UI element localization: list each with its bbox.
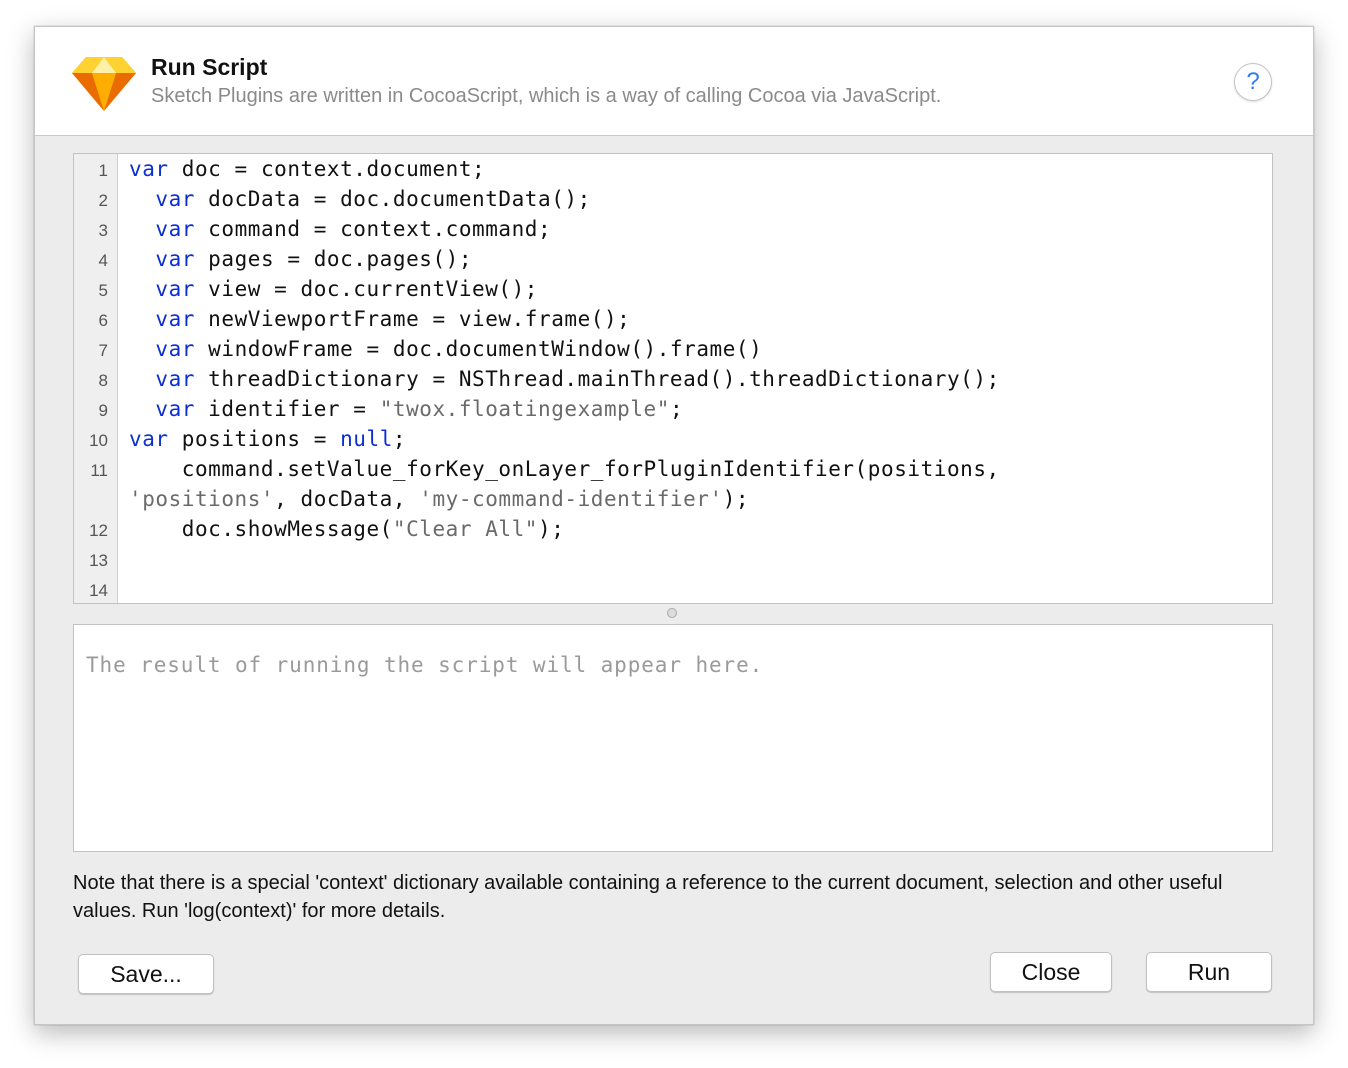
code-text: positions = bbox=[168, 427, 341, 451]
code-text: newViewportFrame = view.frame(); bbox=[194, 307, 631, 331]
code-keyword: var bbox=[155, 217, 195, 241]
line-number: 3 bbox=[98, 221, 108, 240]
output-placeholder: The result of running the script will ap… bbox=[86, 653, 764, 677]
code-line: doc.showMessage("Clear All"); bbox=[129, 514, 564, 544]
code-keyword: var bbox=[155, 367, 195, 391]
code-line: var windowFrame = doc.documentWindow().f… bbox=[129, 334, 762, 364]
script-output-panel[interactable]: The result of running the script will ap… bbox=[73, 624, 1273, 852]
code-text: command.setValue_forKey_onLayer_forPlugi… bbox=[129, 457, 1000, 481]
code-text: windowFrame = doc.documentWindow().frame… bbox=[194, 337, 763, 361]
code-line: var threadDictionary = NSThread.mainThre… bbox=[129, 364, 1000, 394]
code-text: pages = doc.pages(); bbox=[194, 247, 473, 271]
line-number: 7 bbox=[98, 341, 108, 360]
code-text: threadDictionary = NSThread.mainThread()… bbox=[194, 367, 1000, 391]
code-keyword: var bbox=[155, 277, 195, 301]
code-text: ); bbox=[722, 487, 750, 511]
question-mark-icon: ? bbox=[1246, 68, 1260, 95]
run-button[interactable]: Run bbox=[1146, 952, 1272, 992]
code-text: ); bbox=[538, 517, 565, 541]
sketch-logo-icon bbox=[72, 57, 136, 111]
line-number: 12 bbox=[89, 521, 108, 540]
close-button[interactable]: Close bbox=[990, 952, 1112, 992]
code-text: identifier = bbox=[194, 397, 380, 421]
line-number: 11 bbox=[90, 461, 108, 480]
line-number-gutter: 1 2 3 4 5 6 7 8 9 10 11 12 13 14 bbox=[74, 154, 118, 603]
code-text: view = doc.currentView(); bbox=[194, 277, 539, 301]
code-line: var view = doc.currentView(); bbox=[129, 274, 538, 304]
line-number: 4 bbox=[98, 251, 108, 270]
code-line: var positions = null; bbox=[129, 424, 406, 454]
help-button[interactable]: ? bbox=[1234, 63, 1272, 101]
save-button[interactable]: Save... bbox=[78, 954, 214, 994]
code-line: 'positions', docData, 'my-command-identi… bbox=[129, 484, 749, 514]
code-line: var newViewportFrame = view.frame(); bbox=[129, 304, 630, 334]
line-number: 5 bbox=[98, 281, 108, 300]
code-text: docData = doc.documentData(); bbox=[194, 187, 591, 211]
code-keyword: var bbox=[155, 187, 195, 211]
dialog-subtitle: Sketch Plugins are written in CocoaScrip… bbox=[151, 85, 942, 107]
run-script-dialog: Run Script Sketch Plugins are written in… bbox=[34, 26, 1314, 1025]
code-line: var command = context.command; bbox=[129, 214, 551, 244]
line-number: 6 bbox=[98, 311, 108, 330]
code-keyword: null bbox=[340, 427, 393, 451]
code-keyword: var bbox=[155, 397, 195, 421]
split-view-handle[interactable] bbox=[667, 608, 677, 618]
code-text: command = context.command; bbox=[194, 217, 552, 241]
code-text: doc = context.document; bbox=[168, 157, 486, 181]
code-line: command.setValue_forKey_onLayer_forPlugi… bbox=[129, 454, 1000, 484]
script-editor[interactable]: 1 2 3 4 5 6 7 8 9 10 11 12 13 14 var doc = context.do… bbox=[73, 153, 1273, 604]
line-number: 8 bbox=[98, 371, 108, 390]
code-line: var docData = doc.documentData(); bbox=[129, 184, 591, 214]
code-line: var identifier = "twox.floatingexample"; bbox=[129, 394, 683, 424]
line-number: 10 bbox=[89, 431, 108, 450]
line-number: 13 bbox=[89, 551, 108, 570]
code-line: var pages = doc.pages(); bbox=[129, 244, 472, 274]
code-line: var doc = context.document; bbox=[129, 154, 485, 184]
code-text: , docData, bbox=[274, 487, 420, 511]
line-number: 9 bbox=[98, 401, 108, 420]
code-string: 'my-command-identifier' bbox=[419, 487, 723, 511]
line-number: 1 bbox=[98, 161, 108, 180]
code-keyword: var bbox=[129, 427, 169, 451]
code-keyword: var bbox=[129, 157, 169, 181]
code-string: 'positions' bbox=[129, 487, 275, 511]
dialog-title: Run Script bbox=[151, 54, 268, 80]
line-number: 14 bbox=[89, 581, 108, 600]
code-string: "Clear All" bbox=[392, 517, 538, 541]
code-string: "twox.floatingexample" bbox=[379, 397, 670, 421]
code-text: ; bbox=[392, 427, 407, 451]
code-keyword: var bbox=[155, 247, 195, 271]
code-keyword: var bbox=[155, 307, 195, 331]
context-note: Note that there is a special 'context' d… bbox=[73, 872, 1223, 922]
code-text: doc.showMessage( bbox=[129, 517, 393, 541]
dialog-header: Run Script Sketch Plugins are written in… bbox=[35, 27, 1313, 136]
line-number: 2 bbox=[98, 191, 108, 210]
code-text: ; bbox=[669, 397, 684, 421]
code-keyword: var bbox=[155, 337, 195, 361]
